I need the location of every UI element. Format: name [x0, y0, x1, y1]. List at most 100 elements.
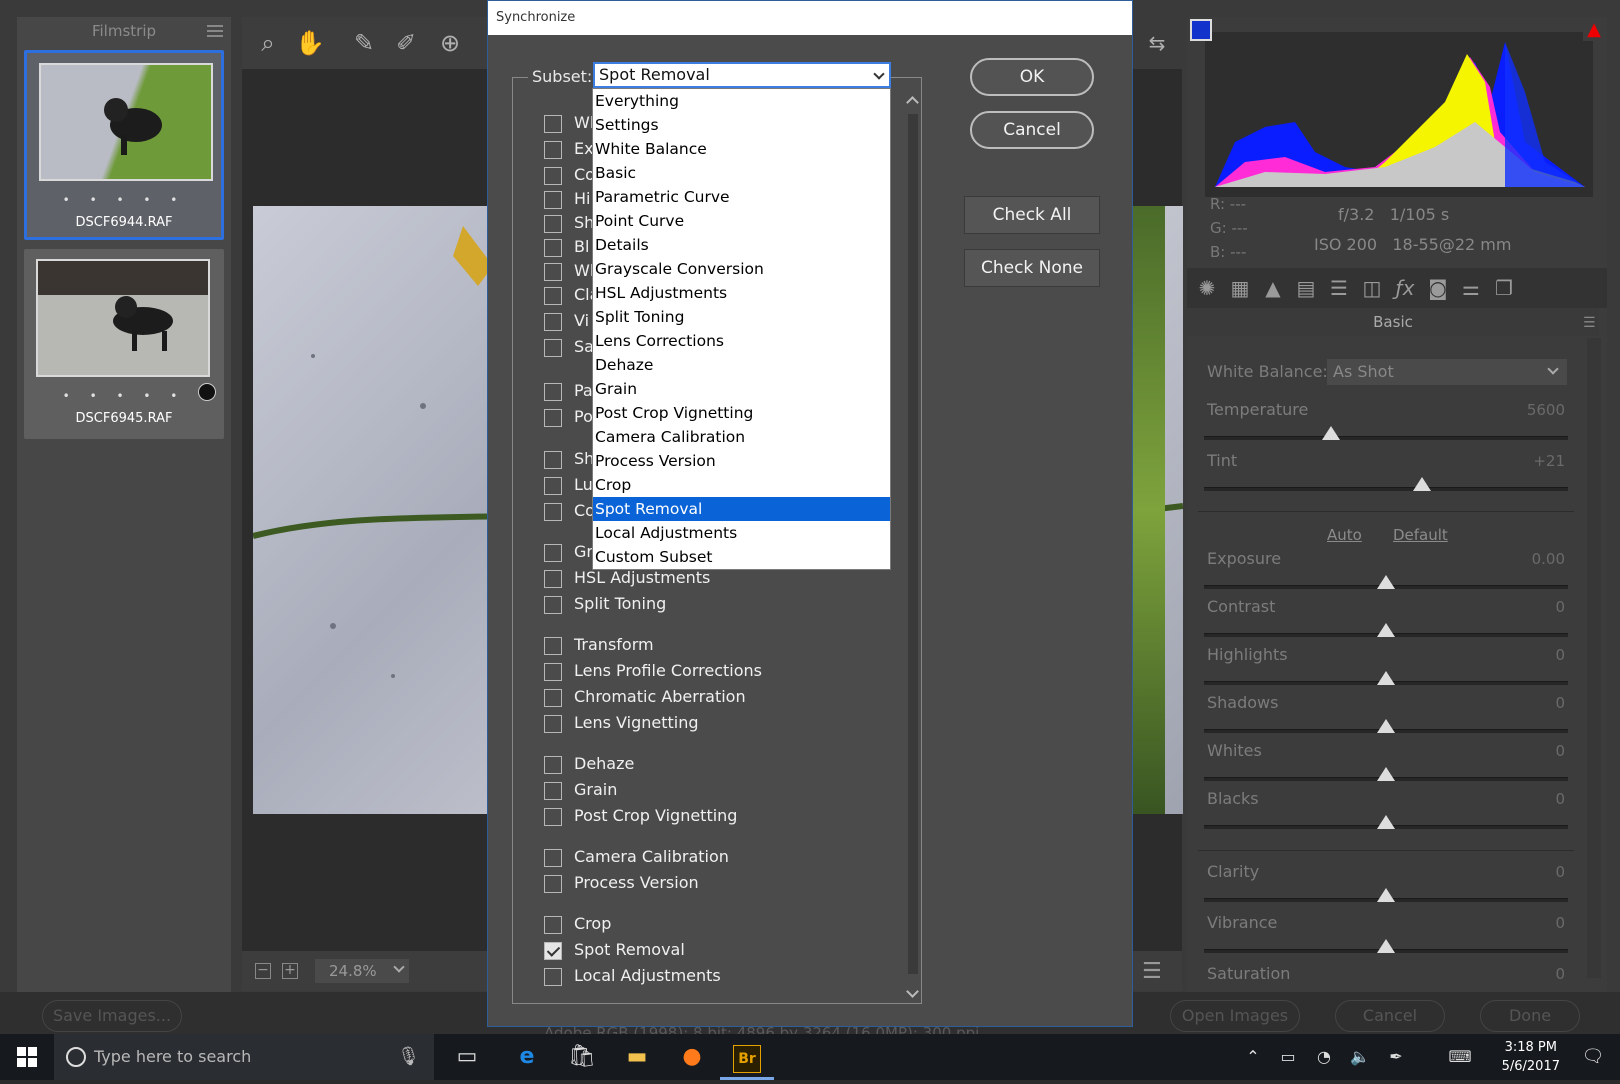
setting-checkbox[interactable]	[544, 596, 562, 614]
dropdown-option[interactable]: Details	[593, 233, 890, 257]
setting-checkbox[interactable]	[544, 503, 562, 521]
slider-value[interactable]: 0	[1505, 598, 1565, 616]
slider-handle[interactable]	[1377, 939, 1395, 953]
slider-value[interactable]: 0	[1505, 694, 1565, 712]
slider-handle[interactable]	[1377, 623, 1395, 637]
slider-value[interactable]: 0	[1505, 646, 1565, 664]
slider-handle[interactable]	[1377, 767, 1395, 781]
slider-handle[interactable]	[1377, 575, 1395, 589]
ok-button[interactable]: OK	[970, 58, 1094, 96]
rating-dots[interactable]: • • • • •	[27, 193, 221, 207]
dropdown-option[interactable]: Everything	[593, 89, 890, 113]
check-all-button[interactable]: Check All	[964, 196, 1100, 234]
panel-menu-icon[interactable]: ☰	[1583, 315, 1596, 331]
file-explorer-icon[interactable]: ▬	[610, 1034, 664, 1080]
scroll-down-icon[interactable]	[906, 985, 919, 998]
dropdown-option[interactable]: Lens Corrections	[593, 329, 890, 353]
slider-track[interactable]	[1204, 436, 1568, 440]
dropdown-option[interactable]: Settings	[593, 113, 890, 137]
zoom-in-icon[interactable]: +	[282, 963, 298, 979]
hand-tool-icon[interactable]: ✋	[292, 25, 328, 61]
cancel-button[interactable]: Cancel	[970, 111, 1094, 149]
setting-checkbox[interactable]	[544, 544, 562, 562]
setting-checkbox[interactable]	[544, 756, 562, 774]
setting-checkbox[interactable]	[544, 637, 562, 655]
setting-checkbox[interactable]	[544, 167, 562, 185]
dropdown-option[interactable]: Local Adjustments	[593, 521, 890, 545]
tab-detail-icon[interactable]: ▲	[1261, 276, 1285, 300]
setting-checkbox[interactable]	[544, 263, 562, 281]
setting-checkbox[interactable]	[544, 942, 562, 960]
dropdown-option[interactable]: Basic	[593, 161, 890, 185]
firefox-icon[interactable]: ●	[665, 1034, 719, 1080]
setting-checkbox[interactable]	[544, 968, 562, 986]
taskbar-search-box[interactable]: Type here to search 🎙	[54, 1034, 434, 1080]
subset-select[interactable]: Spot Removal	[593, 62, 891, 88]
targeted-adjustment-tool-icon[interactable]: ⊕	[432, 25, 468, 61]
setting-checkbox[interactable]	[544, 239, 562, 257]
save-images-button[interactable]: Save Images...	[42, 1000, 182, 1032]
setting-checkbox[interactable]	[544, 191, 562, 209]
done-button[interactable]: Done	[1480, 1000, 1580, 1032]
slider-handle[interactable]	[1377, 815, 1395, 829]
setting-checkbox[interactable]	[544, 215, 562, 233]
cancel-main-button[interactable]: Cancel	[1335, 1000, 1445, 1032]
dropdown-option[interactable]: Process Version	[593, 449, 890, 473]
dropdown-option[interactable]: White Balance	[593, 137, 890, 161]
setting-checkbox[interactable]	[544, 339, 562, 357]
rating-dots[interactable]: • • • • •	[24, 389, 224, 403]
slider-track[interactable]	[1204, 487, 1568, 491]
setting-checkbox[interactable]	[544, 115, 562, 133]
shadow-clipping-warning-icon[interactable]	[1190, 19, 1212, 41]
zoom-level-select[interactable]: 24.8%	[315, 959, 409, 983]
dropdown-option[interactable]: Spot Removal	[593, 497, 890, 521]
dropdown-option[interactable]: Grayscale Conversion	[593, 257, 890, 281]
slider-value[interactable]: 0	[1505, 742, 1565, 760]
auto-link[interactable]: Auto	[1327, 526, 1362, 544]
setting-checkbox[interactable]	[544, 689, 562, 707]
slider-value[interactable]: 5600	[1505, 401, 1565, 419]
setting-checkbox[interactable]	[544, 570, 562, 588]
task-view-icon[interactable]: ▭	[440, 1034, 494, 1080]
tab-effects-icon[interactable]: ƒx	[1393, 276, 1417, 300]
white-balance-select[interactable]: As Shot	[1327, 359, 1567, 385]
filmstrip-item-1[interactable]: • • • • • DSCF6944.RAF	[24, 50, 224, 240]
toggle-fullscreen-icon[interactable]: ⇆	[1139, 25, 1175, 61]
filmstrip-menu-icon[interactable]	[207, 25, 223, 37]
store-icon[interactable]: 🛍	[555, 1034, 609, 1080]
windows-start-icon[interactable]	[0, 1034, 54, 1080]
tab-basic-icon[interactable]: ✺	[1195, 276, 1219, 300]
setting-checkbox[interactable]	[544, 451, 562, 469]
wifi-icon[interactable]: ◔	[1306, 1034, 1342, 1080]
setting-checkbox[interactable]	[544, 782, 562, 800]
keyboard-icon[interactable]: ⌨	[1440, 1034, 1480, 1080]
slider-value[interactable]: 0	[1505, 863, 1565, 881]
zoom-out-icon[interactable]: −	[255, 963, 271, 979]
setting-checkbox[interactable]	[544, 916, 562, 934]
battery-icon[interactable]: ▭	[1270, 1034, 1306, 1080]
setting-checkbox[interactable]	[544, 849, 562, 867]
open-images-button[interactable]: Open Images	[1170, 1000, 1300, 1032]
setting-checkbox[interactable]	[544, 808, 562, 826]
tab-presets-icon[interactable]: ⚌	[1459, 276, 1483, 300]
setting-checkbox[interactable]	[544, 477, 562, 495]
slider-value[interactable]: 0	[1505, 965, 1565, 983]
checklist-scrollbar[interactable]	[905, 92, 921, 1002]
chevron-up-icon[interactable]: ⌃	[1238, 1034, 1268, 1080]
color-sampler-tool-icon[interactable]: ✐	[388, 25, 424, 61]
setting-checkbox[interactable]	[544, 409, 562, 427]
highlight-clipping-warning-icon[interactable]: ▲	[1583, 19, 1605, 41]
zoom-tool-icon[interactable]: ⌕	[250, 25, 286, 61]
bridge-app-icon[interactable]: Br	[720, 1034, 774, 1080]
slider-value[interactable]: 0.00	[1505, 550, 1565, 568]
dropdown-option[interactable]: Crop	[593, 473, 890, 497]
tab-lens-corrections-icon[interactable]: ◫	[1360, 276, 1384, 300]
pen-icon[interactable]: ✒	[1378, 1034, 1414, 1080]
dropdown-option[interactable]: Dehaze	[593, 353, 890, 377]
setting-checkbox[interactable]	[544, 287, 562, 305]
tab-snapshots-icon[interactable]: ❐	[1492, 276, 1516, 300]
setting-checkbox[interactable]	[544, 383, 562, 401]
dropdown-option[interactable]: Camera Calibration	[593, 425, 890, 449]
slider-value[interactable]: +21	[1505, 452, 1565, 470]
dropdown-option[interactable]: Point Curve	[593, 209, 890, 233]
